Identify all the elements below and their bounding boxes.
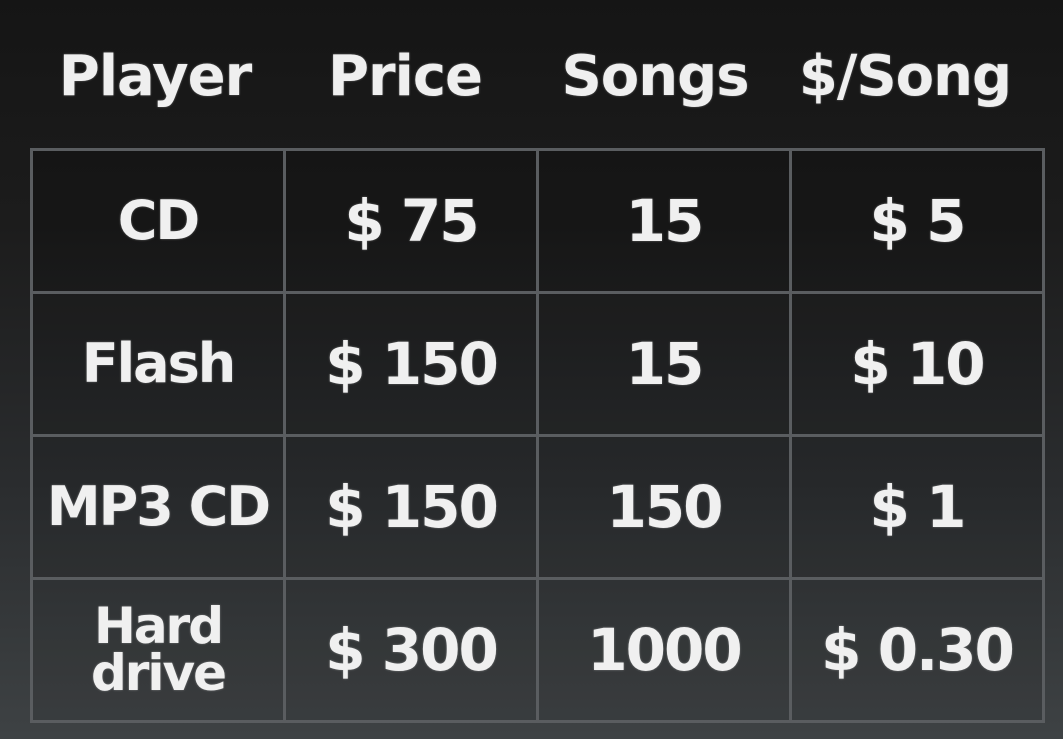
cell-player: Hard drive	[30, 577, 286, 723]
table-header-row: Player Price Songs $/Song	[30, 30, 1030, 122]
cell-player: CD	[30, 148, 286, 294]
cell-songs: 150	[536, 434, 792, 580]
cell-price: $ 75	[283, 148, 539, 294]
cell-price-per-song: $ 10	[789, 291, 1045, 437]
table-row: Flash $ 150 15 $ 10	[30, 291, 1045, 437]
table-row: Hard drive $ 300 1000 $ 0.30	[30, 577, 1045, 723]
table-row: MP3 CD $ 150 150 $ 1	[30, 434, 1045, 580]
cell-price-per-song: $ 5	[789, 148, 1045, 294]
cell-songs: 15	[536, 148, 792, 294]
cell-price: $ 150	[283, 291, 539, 437]
header-player: Player	[58, 43, 252, 109]
table-row: CD $ 75 15 $ 5	[30, 148, 1045, 294]
cell-price-per-song: $ 1	[789, 434, 1045, 580]
slide: Player Price Songs $/Song CD $ 75 15 $ 5…	[0, 0, 1063, 739]
header-price-per-song: $/Song	[798, 43, 1012, 109]
cell-player: Flash	[30, 291, 286, 437]
cell-songs: 1000	[536, 577, 792, 723]
header-price: Price	[327, 43, 483, 109]
header-songs: Songs	[561, 43, 749, 109]
cell-price-per-song: $ 0.30	[789, 577, 1045, 723]
cell-songs: 15	[536, 291, 792, 437]
comparison-table: CD $ 75 15 $ 5 Flash $ 150 15 $ 10 MP3 C…	[30, 148, 1045, 723]
cell-price: $ 150	[283, 434, 539, 580]
cell-player: MP3 CD	[30, 434, 286, 580]
cell-price: $ 300	[283, 577, 539, 723]
